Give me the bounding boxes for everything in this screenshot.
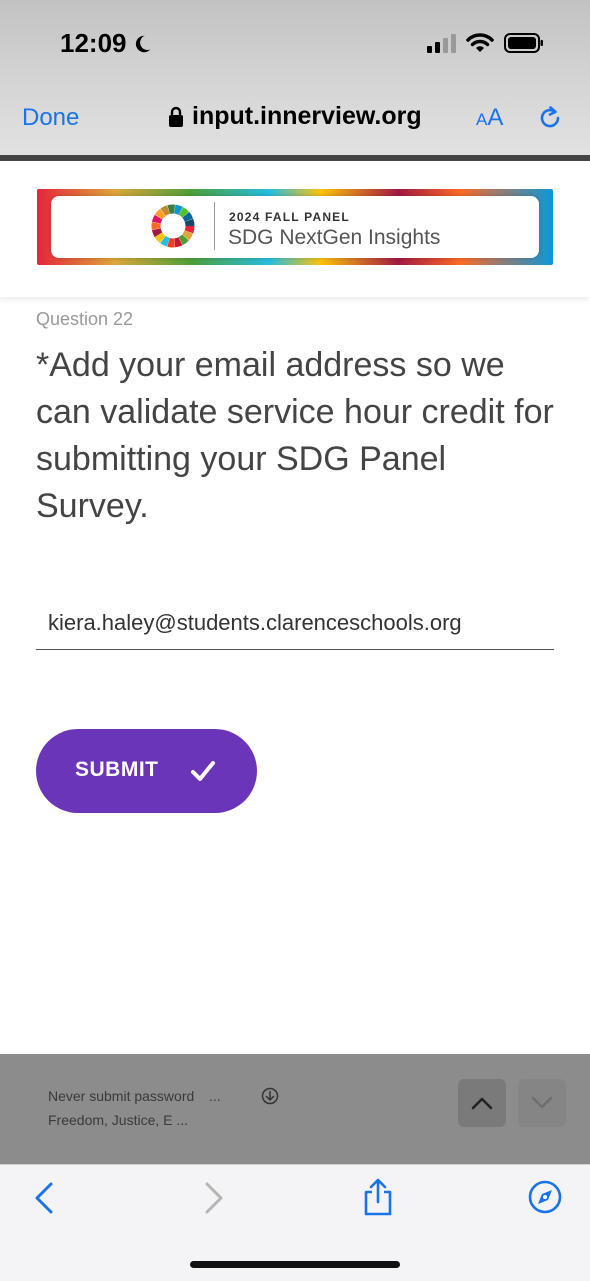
email-field[interactable]: kiera.haley@students.clarenceschools.org <box>36 596 554 650</box>
home-indicator[interactable] <box>190 1261 400 1268</box>
checkmark-icon <box>191 761 215 781</box>
url-bar[interactable]: input.innerview.org <box>168 102 422 131</box>
chevron-up-icon <box>471 1097 493 1110</box>
banner-divider <box>214 202 215 250</box>
battery-icon <box>504 33 543 53</box>
browser-top-bar: 12:09 Done input.innerview.org AA <box>0 0 590 155</box>
text-size-button[interactable]: AA <box>476 104 503 132</box>
moon-icon <box>135 35 150 52</box>
browser-bottom-toolbar <box>0 1164 590 1281</box>
forward-icon[interactable] <box>202 1181 226 1215</box>
text-size-small: A <box>476 110 488 129</box>
question-number: Question 22 <box>36 309 134 329</box>
autofill-suggestion-1[interactable]: Never submit password <box>48 1088 194 1104</box>
previous-field-button[interactable] <box>458 1079 506 1127</box>
done-button[interactable]: Done <box>22 104 79 132</box>
sdg-banner: 2024 FALL PANEL SDG NextGen Insights <box>37 189 553 265</box>
compass-icon[interactable] <box>527 1179 563 1215</box>
banner-title: SDG NextGen Insights <box>228 226 441 249</box>
autofill-suggestion-2[interactable]: Freedom, Justice, E ... <box>48 1112 188 1128</box>
clock-label: 12:09 <box>60 28 127 58</box>
banner-kicker: 2024 FALL PANEL <box>229 210 350 224</box>
submit-button[interactable]: SUBMIT <box>36 729 257 813</box>
chevron-down-icon <box>531 1096 553 1109</box>
autofill-bar: Never submit password ... Freedom, Justi… <box>0 1054 590 1164</box>
status-time: 12:09 <box>60 28 153 59</box>
download-circle-icon[interactable] <box>261 1087 279 1105</box>
autofill-suggestion-1-more: ... <box>209 1088 221 1104</box>
text-size-large: A <box>487 104 504 131</box>
next-field-button[interactable] <box>518 1079 566 1127</box>
url-text: input.innerview.org <box>192 102 422 130</box>
submit-label: SUBMIT <box>75 758 159 781</box>
survey-header: 2024 FALL PANEL SDG NextGen Insights <box>0 161 590 297</box>
question-text: *Add your email address so we can valida… <box>36 346 554 525</box>
email-value: kiera.haley@students.clarenceschools.org <box>48 609 462 635</box>
sdg-wheel-logo <box>151 204 195 248</box>
share-icon[interactable] <box>362 1177 394 1217</box>
back-icon[interactable] <box>32 1181 56 1215</box>
lock-icon <box>169 106 183 127</box>
wifi-icon <box>466 33 494 52</box>
signal-icon <box>427 33 456 53</box>
status-indicators <box>427 32 544 54</box>
reload-icon[interactable] <box>536 104 564 132</box>
